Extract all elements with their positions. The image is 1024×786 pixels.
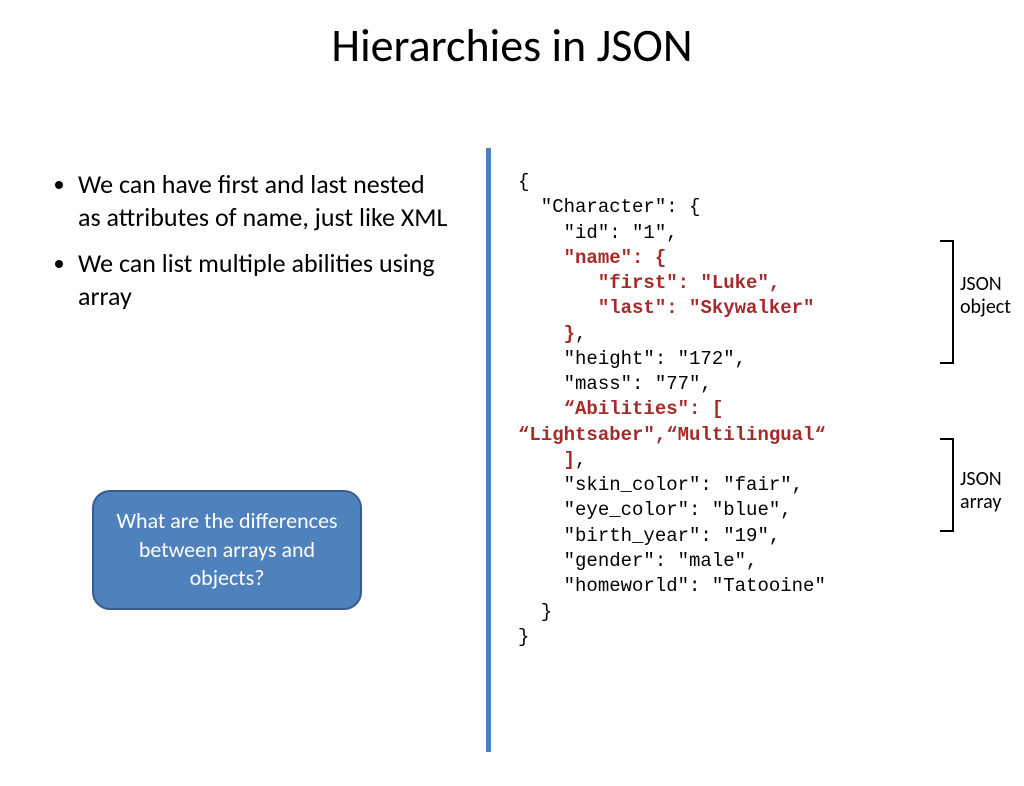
question-callout: What are the differences between arrays … [92, 490, 362, 610]
slide-title: Hierarchies in JSON [0, 18, 1024, 74]
left-column: We can have first and last nested as att… [50, 168, 450, 326]
brace-object-icon [940, 240, 954, 364]
brace-array-icon [940, 438, 954, 532]
label-json-array: JSONarray [960, 468, 1002, 514]
label-json-object: JSONobject [960, 273, 1011, 319]
json-code-block: { "Character": { "id": "1", "name": { "f… [518, 170, 826, 650]
bullet-list: We can have first and last nested as att… [50, 168, 450, 312]
vertical-divider [486, 148, 491, 752]
bullet-item: We can have first and last nested as att… [78, 168, 450, 233]
bullet-item: We can list multiple abilities using arr… [78, 247, 450, 312]
